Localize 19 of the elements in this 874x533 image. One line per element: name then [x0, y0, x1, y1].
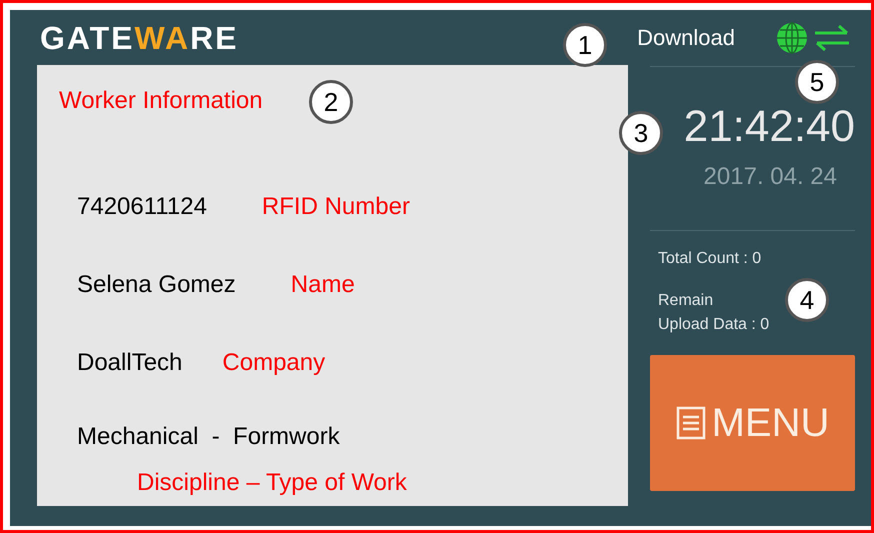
- field-value: Mechanical - Formwork: [77, 422, 341, 452]
- field-value: Selena Gomez: [77, 270, 236, 300]
- field-annotation: RFID Number: [262, 192, 410, 222]
- upload-data-count: Upload Data : 0: [658, 315, 770, 335]
- field-value: 7420611124: [77, 192, 207, 222]
- globe-icon: [775, 20, 809, 54]
- field-annotation: Company: [222, 348, 326, 378]
- field-value: DoallTech: [77, 348, 182, 378]
- panel-title: Worker Information: [59, 86, 263, 116]
- menu-icon: [676, 406, 706, 440]
- field-annotation: Name: [290, 270, 355, 300]
- clock-date: 2017. 04. 24: [702, 162, 837, 192]
- download-label[interactable]: Download: [637, 21, 735, 54]
- clock-time: 21:42:40: [682, 105, 855, 149]
- total-count: Total Count : 0: [658, 249, 762, 269]
- transfer-arrows-icon: [813, 22, 851, 52]
- field-annotation: Discipline – Type of Work: [137, 468, 408, 498]
- logo: GATEWARE: [40, 22, 239, 54]
- remain-label: Remain: [658, 291, 714, 311]
